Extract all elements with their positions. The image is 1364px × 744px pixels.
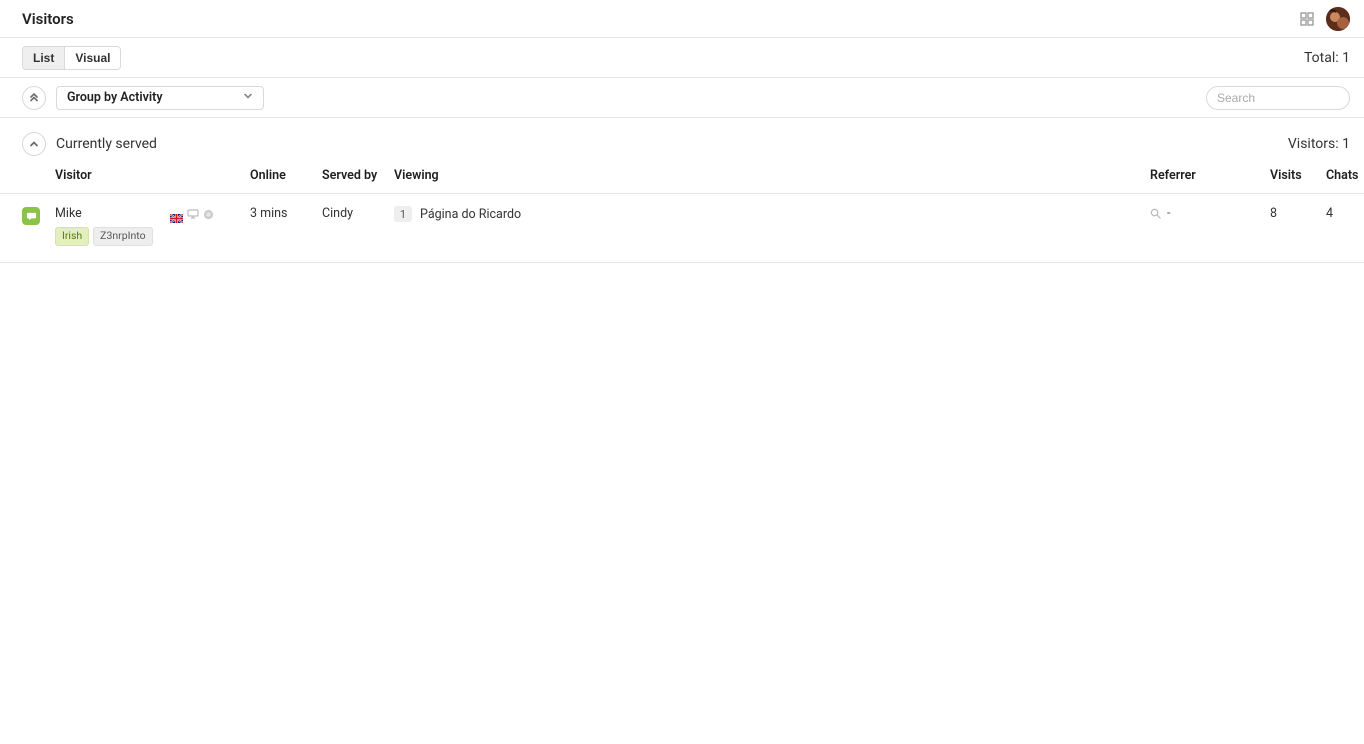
country-flag-icon xyxy=(170,212,183,221)
visitor-tag[interactable]: Z3nrpInto xyxy=(93,227,152,246)
search-wrap xyxy=(1206,86,1350,110)
tab-visual[interactable]: Visual xyxy=(64,47,120,69)
col-viewing[interactable]: Viewing xyxy=(394,168,1150,183)
total-label: Total: xyxy=(1304,50,1339,66)
search-icon xyxy=(1150,208,1161,219)
visitor-name: Mike xyxy=(55,206,170,221)
visitors-label: Visitors: xyxy=(1288,136,1339,152)
table-header: Visitor Online Served by Viewing Referre… xyxy=(0,168,1364,194)
header-actions xyxy=(1300,7,1350,31)
double-chevron-up-icon xyxy=(29,90,39,105)
visitor-tag[interactable]: Irish xyxy=(55,227,89,246)
tab-list[interactable]: List xyxy=(23,47,64,69)
col-referrer[interactable]: Referrer xyxy=(1150,168,1270,183)
viewing-page: Página do Ricardo xyxy=(420,207,521,222)
visitors-value: 1 xyxy=(1342,136,1350,152)
group-collapse-button[interactable] xyxy=(22,132,46,156)
visitor-tags: Irish Z3nrpInto xyxy=(55,227,170,246)
browser-icon xyxy=(203,209,214,224)
group-visitors-count: Visitors: 1 xyxy=(1288,136,1350,152)
chevron-down-icon xyxy=(243,90,253,105)
col-visits[interactable]: Visits xyxy=(1270,168,1326,183)
chats-cell: 4 xyxy=(1326,206,1364,221)
top-header: Visitors xyxy=(0,0,1364,38)
total-value: 1 xyxy=(1342,50,1350,66)
referrer-value: - xyxy=(1167,206,1170,221)
user-avatar[interactable] xyxy=(1326,7,1350,31)
chevron-up-icon xyxy=(29,137,39,152)
online-cell: 3 mins xyxy=(250,206,322,221)
visitors-table: Visitor Online Served by Viewing Referre… xyxy=(0,168,1364,263)
col-visitor[interactable]: Visitor xyxy=(55,168,250,183)
viewing-count-badge: 1 xyxy=(394,206,412,222)
chat-status-icon xyxy=(22,207,40,225)
visitor-meta-icons xyxy=(170,208,250,224)
tabs-row: List Visual Total: 1 xyxy=(0,38,1364,78)
group-by-label: Group by Activity xyxy=(67,90,163,105)
col-online[interactable]: Online xyxy=(250,168,322,183)
view-tab-group: List Visual xyxy=(22,46,121,70)
col-served-by[interactable]: Served by xyxy=(322,168,394,183)
total-count: Total: 1 xyxy=(1304,50,1350,66)
viewing-cell: 1 Página do Ricardo xyxy=(394,206,1150,222)
apps-grid-icon[interactable] xyxy=(1300,12,1314,26)
page-title: Visitors xyxy=(22,10,74,28)
desktop-icon xyxy=(187,208,199,224)
group-header: Currently served Visitors: 1 xyxy=(0,118,1364,168)
filter-row: Group by Activity xyxy=(0,78,1364,118)
table-row[interactable]: Mike Irish Z3nrpInto xyxy=(0,194,1364,263)
served-by-cell: Cindy xyxy=(322,206,394,221)
visitor-cell: Mike Irish Z3nrpInto xyxy=(55,206,170,246)
visits-cell: 8 xyxy=(1270,206,1326,221)
group-title: Currently served xyxy=(56,136,157,152)
collapse-all-button[interactable] xyxy=(22,86,46,110)
filter-left: Group by Activity xyxy=(22,86,264,110)
referrer-cell: - xyxy=(1150,206,1270,221)
col-chats[interactable]: Chats xyxy=(1326,168,1364,183)
group-by-select[interactable]: Group by Activity xyxy=(56,86,264,110)
search-input[interactable] xyxy=(1206,86,1350,110)
